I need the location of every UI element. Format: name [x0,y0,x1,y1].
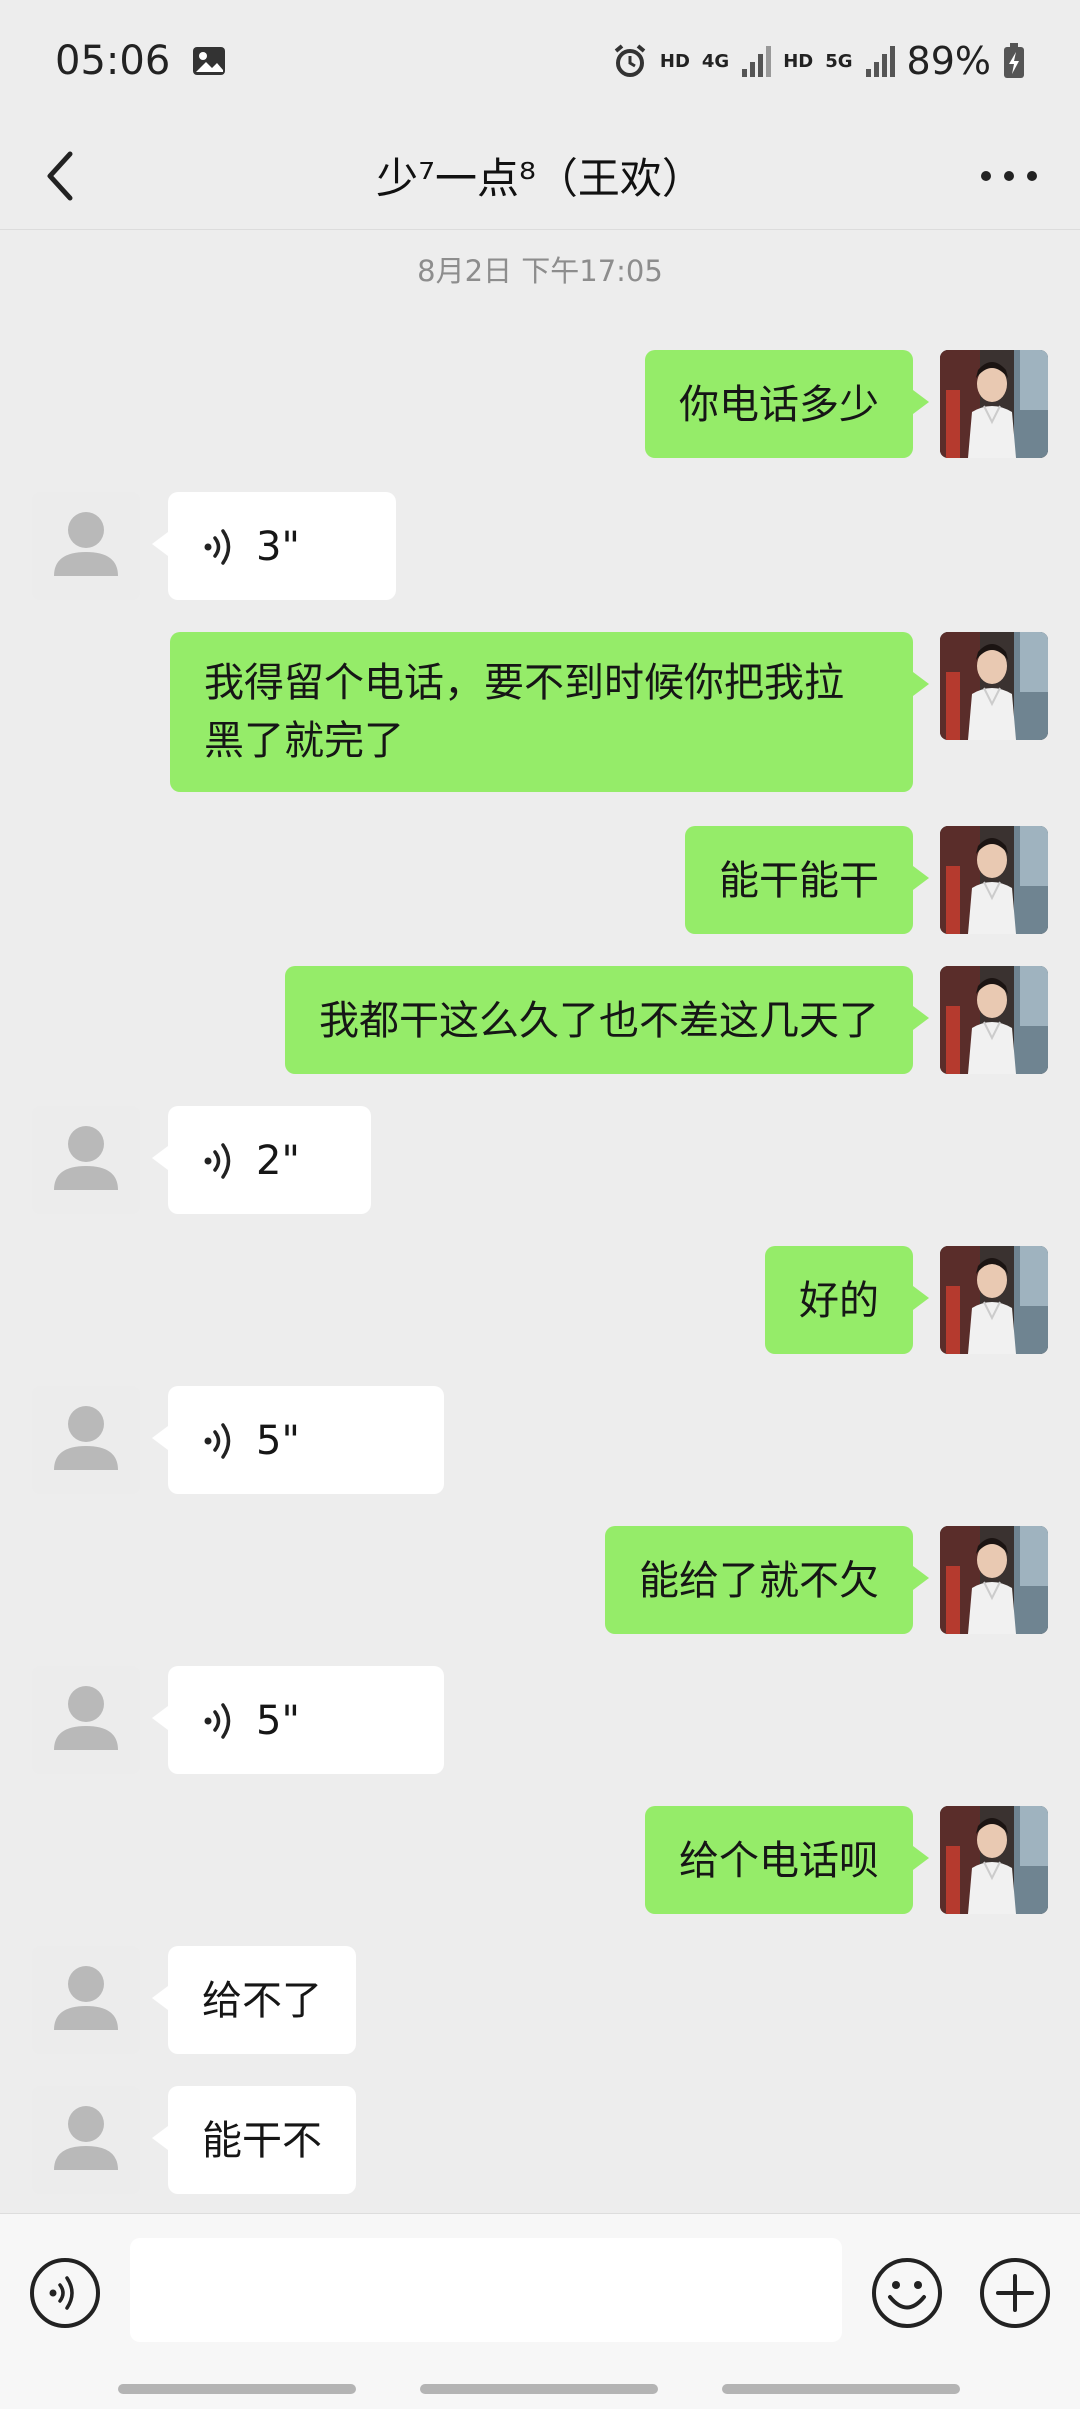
voice-wave-icon [202,1699,238,1743]
voice-duration: 5" [256,1698,300,1744]
clock: 05:06 [55,38,171,84]
network-type-5g: 5G [825,50,853,72]
my-avatar[interactable] [940,632,1048,740]
voice-duration: 3" [256,524,300,570]
nav-gesture-home[interactable] [420,2384,658,2394]
message-input[interactable] [130,2238,842,2342]
chat-header: 少⁷一点⁸（王欢） [0,122,1080,230]
add-icon[interactable] [978,2256,1052,2330]
contact-avatar[interactable] [32,2086,140,2194]
voice-wave-icon [202,1139,238,1183]
nav-gesture-right[interactable] [722,2384,960,2394]
my-avatar[interactable] [940,1526,1048,1634]
contact-avatar[interactable] [32,492,140,600]
my-avatar[interactable] [940,1246,1048,1354]
chat-title: 少⁷一点⁸（王欢） [376,154,704,203]
received-message[interactable]: 给不了 [152,1946,356,2054]
voice-message[interactable]: 5" [152,1386,444,1494]
battery-charging-icon [1004,43,1024,78]
status-bar: 05:06 HD 4G HD 5G 89% [0,0,1080,122]
contact-avatar[interactable] [32,1666,140,1774]
nav-gesture-left[interactable] [118,2384,356,2394]
battery-level: 89% [906,39,991,83]
sent-message[interactable]: 我得留个电话，要不到时候你把我拉黑了就完了 [170,632,929,792]
sent-message[interactable]: 你电话多少 [645,350,929,458]
voice-input-icon[interactable] [28,2256,102,2330]
hd-indicator-2: HD [783,50,814,72]
my-avatar[interactable] [940,350,1048,458]
more-options-icon[interactable] [978,158,1040,194]
sent-message[interactable]: 我都干这么久了也不差这几天了 [285,966,929,1074]
input-bar [0,2213,1080,2409]
signal-icon [742,46,772,77]
network-type-4g: 4G [701,50,730,72]
image-icon [193,47,226,75]
voice-wave-icon [202,525,238,569]
sent-message[interactable]: 能给了就不欠 [605,1526,929,1634]
voice-wave-icon [202,1419,238,1463]
voice-message[interactable]: 3" [152,492,396,600]
voice-message[interactable]: 2" [152,1106,371,1214]
emoji-icon[interactable] [870,2256,944,2330]
my-avatar[interactable] [940,966,1048,1074]
sent-message[interactable]: 好的 [765,1246,929,1354]
received-message[interactable]: 能干不 [152,2086,356,2194]
alarm-icon [614,44,646,77]
voice-duration: 2" [256,1138,300,1184]
contact-avatar[interactable] [32,1946,140,2054]
contact-avatar[interactable] [32,1386,140,1494]
sent-message[interactable]: 能干能干 [685,826,929,934]
signal-icon-2 [865,46,895,77]
voice-message[interactable]: 5" [152,1666,444,1774]
contact-avatar[interactable] [32,1106,140,1214]
hd-indicator: HD [659,50,690,72]
voice-duration: 5" [256,1418,300,1464]
sent-message[interactable]: 给个电话呗 [645,1806,929,1914]
my-avatar[interactable] [940,826,1048,934]
my-avatar[interactable] [940,1806,1048,1914]
message-timestamp: 8月2日 下午17:05 [417,254,663,288]
back-icon[interactable] [40,144,80,208]
